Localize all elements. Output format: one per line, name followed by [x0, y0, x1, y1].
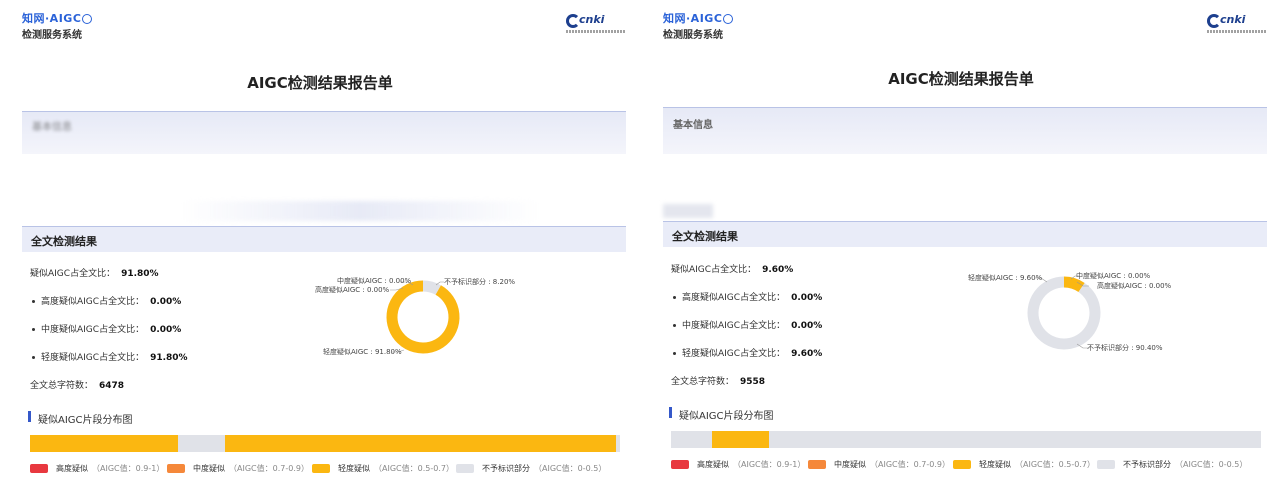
legend-swatch — [953, 460, 971, 469]
zhiwang-aigc-logo: 知网·AIGC — [663, 12, 734, 25]
char-count: 全文总字符数： 6478 — [30, 381, 125, 391]
donut-slice-light — [1063, 276, 1085, 293]
basic-info-band: 基本信息 — [663, 107, 1267, 154]
donut-chart: 轻度疑似AIGC : 9.60% 中度疑似AIGC : 0.00% 高度疑似AI… — [968, 271, 1172, 352]
slice-label-unmarked: 不予标识部分 : 90.40% — [1087, 343, 1163, 352]
donut-slice-unmarked — [422, 280, 441, 295]
report-title: AIGC检测结果报告单 — [888, 70, 1034, 88]
legend-swatch — [312, 464, 330, 473]
legend-swatch — [1097, 460, 1115, 469]
legend-unmarked: 不予标识部分 （AIGC值：0-0.5） — [456, 463, 606, 474]
slice-label-light: 轻度疑似AIGC : 9.60% — [968, 273, 1043, 282]
stat-total: 疑似AIGC占全文比： 9.60% — [671, 265, 794, 275]
legend-light: 轻度疑似 （AIGC值：0.5-0.7） — [953, 459, 1095, 470]
legend-light: 轻度疑似 （AIGC值：0.5-0.7） — [312, 463, 454, 474]
logo-ring-icon — [723, 14, 734, 24]
basic-info-band: 基本信息 — [22, 111, 626, 154]
segment-light — [30, 435, 178, 452]
stat-high: 高度疑似AIGC占全文比： 0.00% — [32, 294, 181, 307]
report-panel-right: 知网·AIGC 检测服务系统 cnki AIGC检测结果报告单 基本信息 全文检… — [641, 0, 1280, 482]
redacted-strip — [180, 201, 540, 221]
system-name: 检测服务系统 — [22, 30, 82, 41]
stat-light: 轻度疑似AIGC占全文比： 9.60% — [673, 346, 822, 359]
stat-total: 疑似AIGC占全文比： 91.80% — [30, 269, 159, 279]
slice-label-light: 轻度疑似AIGC : 91.80% — [323, 347, 402, 356]
legend-medium: 中度疑似 （AIGC值：0.7-0.9） — [167, 463, 309, 474]
system-name: 检测服务系统 — [663, 30, 723, 41]
slice-label-high: 高度疑似AIGC : 0.00% — [1097, 281, 1172, 290]
zhiwang-aigc-logo: 知网·AIGC — [22, 12, 93, 25]
char-count: 全文总字符数： 9558 — [671, 377, 766, 387]
donut-chart: 中度疑似AIGC : 0.00% 高度疑似AIGC : 0.00% 不予标识部分… — [315, 276, 515, 356]
distribution-title: 疑似AIGC片段分布图 — [28, 411, 133, 426]
result-section-header: 全文检测结果 — [22, 226, 626, 252]
distribution-title: 疑似AIGC片段分布图 — [669, 407, 774, 422]
donut-slice-unmarked — [1027, 276, 1101, 350]
legend-unmarked: 不予标识部分 （AIGC值：0-0.5） — [1097, 459, 1247, 470]
slice-label-high: 高度疑似AIGC : 0.00% — [315, 285, 390, 294]
legend-swatch — [30, 464, 48, 473]
segment-light — [712, 431, 769, 448]
legend-swatch — [167, 464, 185, 473]
stat-high: 高度疑似AIGC占全文比： 0.00% — [673, 290, 822, 303]
cnki-logo: cnki — [1207, 13, 1267, 38]
segment-distribution-bar — [671, 431, 1261, 448]
report-title: AIGC检测结果报告单 — [247, 74, 393, 92]
redacted-strip — [663, 204, 713, 218]
legend-high: 高度疑似 （AIGC值：0.9-1） — [671, 459, 805, 470]
cnki-logo: cnki — [566, 13, 626, 38]
legend-swatch — [671, 460, 689, 469]
legend-swatch — [456, 464, 474, 473]
report-panel-left: 知网·AIGC 检测服务系统 cnki AIGC检测结果报告单 基本信息 全文检… — [0, 0, 640, 482]
donut-slice-light — [386, 280, 460, 354]
stat-medium: 中度疑似AIGC占全文比： 0.00% — [32, 322, 181, 335]
basic-info-label: 基本信息 — [32, 122, 72, 133]
slice-label-medium: 中度疑似AIGC : 0.00% — [1076, 271, 1151, 280]
slice-label-medium: 中度疑似AIGC : 0.00% — [337, 276, 412, 285]
segment-light — [224, 435, 616, 452]
segment-distribution-bar — [30, 435, 620, 452]
legend-high: 高度疑似 （AIGC值：0.9-1） — [30, 463, 164, 474]
slice-label-unmarked: 不予标识部分 : 8.20% — [444, 277, 515, 286]
stat-medium: 中度疑似AIGC占全文比： 0.00% — [673, 318, 822, 331]
result-section-header: 全文检测结果 — [663, 221, 1267, 247]
legend-medium: 中度疑似 （AIGC值：0.7-0.9） — [808, 459, 950, 470]
logo-ring-icon — [82, 14, 93, 24]
legend-swatch — [808, 460, 826, 469]
basic-info-label: 基本信息 — [673, 120, 713, 131]
stat-light: 轻度疑似AIGC占全文比： 91.80% — [32, 350, 188, 363]
